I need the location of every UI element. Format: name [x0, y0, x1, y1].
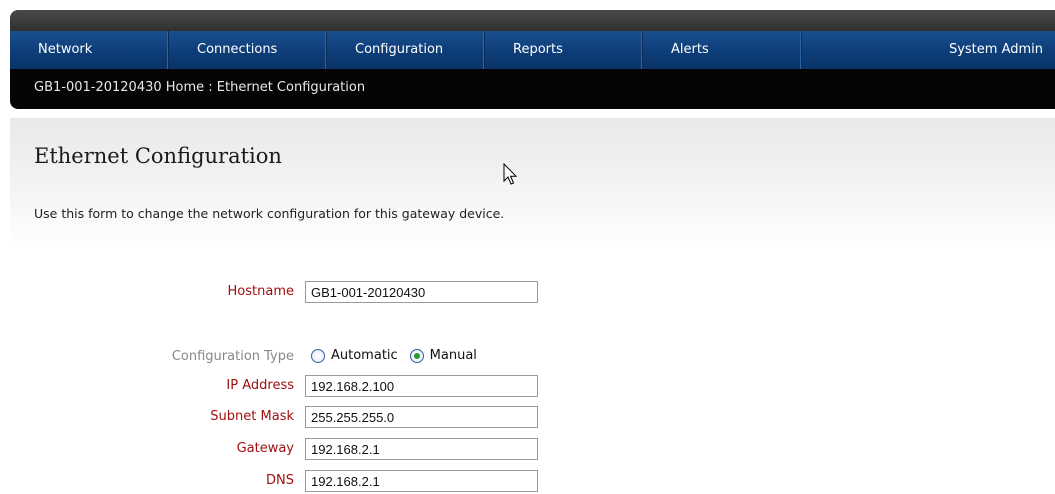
hostname-row: Hostname	[0, 281, 1055, 305]
main-nav: Network Connections Configuration Report…	[10, 31, 1055, 69]
manual-radio[interactable]	[409, 348, 424, 363]
nav-connections[interactable]: Connections	[169, 31, 327, 69]
ip-address-row: IP Address	[0, 375, 1055, 399]
ip-address-field[interactable]	[305, 375, 538, 397]
dns-row: DNS	[0, 470, 1055, 494]
page-title: Ethernet Configuration	[34, 144, 282, 168]
config-type-row: Configuration Type Automatic Manual	[0, 346, 1055, 370]
subnet-mask-field[interactable]	[305, 406, 538, 428]
dns-label: DNS	[266, 473, 294, 488]
config-type-label: Configuration Type	[171, 349, 294, 364]
nav-alerts[interactable]: Alerts	[643, 31, 802, 69]
manual-radio-label[interactable]: Manual	[430, 348, 477, 363]
subnet-mask-label: Subnet Mask	[210, 409, 294, 424]
page-header	[10, 118, 1055, 248]
automatic-radio[interactable]	[311, 348, 325, 363]
mouse-pointer-icon	[503, 163, 518, 185]
ip-address-label: IP Address	[226, 378, 294, 393]
nav-system-admin[interactable]: System Admin	[802, 31, 1055, 69]
config-type-radio-group: Automatic Manual	[311, 348, 489, 363]
automatic-radio-label[interactable]: Automatic	[331, 348, 398, 363]
hostname-field[interactable]	[305, 281, 538, 303]
nav-reports[interactable]: Reports	[485, 31, 643, 69]
gateway-row: Gateway	[0, 438, 1055, 462]
page-description: Use this form to change the network conf…	[34, 206, 505, 221]
top-frame	[10, 10, 1055, 32]
subnet-mask-row: Subnet Mask	[0, 406, 1055, 430]
gateway-field[interactable]	[305, 438, 538, 460]
gateway-label: Gateway	[236, 441, 294, 456]
hostname-label: Hostname	[227, 284, 294, 299]
nav-network[interactable]: Network	[10, 31, 169, 69]
dns-field[interactable]	[305, 470, 538, 492]
nav-configuration[interactable]: Configuration	[327, 31, 485, 69]
breadcrumb: GB1-001-20120430 Home : Ethernet Configu…	[10, 69, 1055, 109]
